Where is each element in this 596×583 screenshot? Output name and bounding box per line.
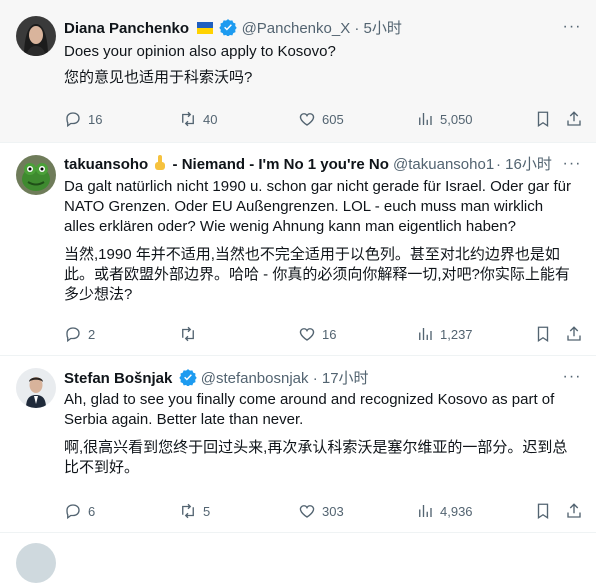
avatar[interactable] [16, 155, 56, 195]
timestamp[interactable]: 17小时 [322, 370, 369, 387]
heart-icon [299, 328, 315, 341]
bookmark-icon[interactable] [534, 501, 554, 521]
share-icon[interactable] [565, 324, 585, 344]
author-name[interactable]: Stefan Bošnjak [64, 370, 172, 387]
views-button[interactable]: 4,936 [416, 501, 473, 521]
tweet-translation: 您的意见也适用于科索沃吗? [64, 69, 253, 86]
more-options-icon[interactable]: ··· [562, 369, 582, 390]
reply-icon [66, 112, 80, 128]
separator: · [354, 20, 360, 37]
like-count: 16 [322, 326, 337, 342]
reply-count: 6 [88, 503, 96, 519]
view-count: 4,936 [440, 503, 473, 519]
author-name[interactable]: Diana Panchenko [64, 20, 189, 37]
bookmark-icon[interactable] [534, 109, 554, 129]
share-icon[interactable] [565, 109, 585, 129]
tweet-text: Ah, glad to see you finally come around … [64, 391, 555, 428]
tweet-header: Stefan Bošnjak @stefanbosnjak · 17小时 [64, 368, 546, 388]
verified-badge-icon[interactable] [219, 18, 238, 38]
reply-icon [66, 327, 80, 343]
tweet-translation: 当然,1990 年并不适用,当然也不完全适用于以色列。甚至对北约边界也是如此。或… [64, 246, 570, 303]
views-button[interactable]: 5,050 [416, 109, 473, 129]
view-count: 5,050 [440, 111, 473, 127]
tweet-feed: Diana Panchenko @Panchenko_X · 5小时 ··· D… [0, 0, 596, 583]
like-button[interactable]: 16 [298, 324, 336, 344]
tweet-translation: 啊,很高兴看到您终于回过头来,再次承认科索沃是塞尔维亚的一部分。迟到总比不到好。 [64, 439, 568, 476]
tweet-actions: 2 16 1,237 [60, 324, 581, 344]
retweet-count: 40 [203, 111, 218, 127]
retweet-icon [182, 503, 194, 519]
like-button[interactable]: 303 [298, 501, 344, 521]
tweet-header: Diana Panchenko @Panchenko_X · 5小时 [64, 18, 546, 38]
tweet[interactable]: takuansoho - Niemand - I'm No 1 you're N… [0, 143, 596, 356]
heart-icon [299, 113, 315, 126]
timestamp[interactable]: 16小时 [505, 156, 552, 173]
timestamp-wrapper: · 16小时 [494, 155, 552, 175]
retweet-button[interactable]: 40 [179, 109, 217, 129]
tweet-text: Da galt natürlich nicht 1990 u. schon ga… [64, 178, 571, 235]
retweet-button[interactable] [179, 324, 203, 344]
author-handle[interactable]: @takuansoho14 [393, 156, 502, 173]
tweet-text: Does your opinion also apply to Kosovo? [64, 43, 336, 60]
separator: · [496, 156, 501, 173]
reply-count: 2 [88, 326, 96, 342]
ukraine-flag-icon [197, 20, 214, 38]
more-options-icon[interactable]: ··· [562, 156, 582, 177]
avatar[interactable] [16, 543, 56, 583]
author-name[interactable]: takuansoho [64, 156, 148, 173]
reply-icon [66, 504, 80, 520]
verified-badge-icon[interactable] [178, 368, 197, 388]
author-handle[interactable]: @Panchenko_X [242, 20, 351, 37]
like-count: 303 [322, 503, 344, 519]
reply-button[interactable]: 16 [64, 109, 102, 129]
separator: · [312, 370, 318, 387]
timestamp[interactable]: 5小时 [364, 20, 402, 37]
tweet-actions: 6 5 303 4,936 [60, 501, 581, 521]
bar-chart-icon [419, 328, 432, 340]
bar-chart-icon [419, 113, 432, 125]
pointing-hand-icon [154, 155, 166, 175]
reply-button[interactable]: 2 [64, 324, 95, 344]
tweet-header: takuansoho - Niemand - I'm No 1 you're N… [64, 155, 546, 175]
reply-count: 16 [88, 111, 103, 127]
author-handle[interactable]: @stefanbosnjak [201, 370, 309, 387]
views-button[interactable]: 1,237 [416, 324, 473, 344]
bar-chart-icon [419, 505, 432, 517]
more-options-icon[interactable]: ··· [562, 19, 582, 40]
like-count: 605 [322, 111, 344, 127]
tweet[interactable]: Stefan Bošnjak @stefanbosnjak · 17小时 ···… [0, 356, 596, 533]
share-icon[interactable] [565, 501, 585, 521]
avatar[interactable] [16, 368, 56, 408]
tweet-partial[interactable] [0, 533, 596, 583]
retweet-button[interactable]: 5 [179, 501, 210, 521]
tweet[interactable]: Diana Panchenko @Panchenko_X · 5小时 ··· D… [0, 0, 596, 143]
reply-button[interactable]: 6 [64, 501, 95, 521]
like-button[interactable]: 605 [298, 109, 344, 129]
author-name-suffix[interactable]: - Niemand - I'm No 1 you're No [173, 156, 389, 173]
bookmark-icon[interactable] [534, 324, 554, 344]
avatar[interactable] [16, 16, 56, 56]
retweet-icon [182, 326, 194, 342]
retweet-icon [182, 111, 194, 127]
heart-icon [299, 505, 315, 518]
view-count: 1,237 [440, 326, 473, 342]
retweet-count: 5 [203, 503, 211, 519]
tweet-actions: 16 40 605 5,050 [60, 109, 581, 129]
